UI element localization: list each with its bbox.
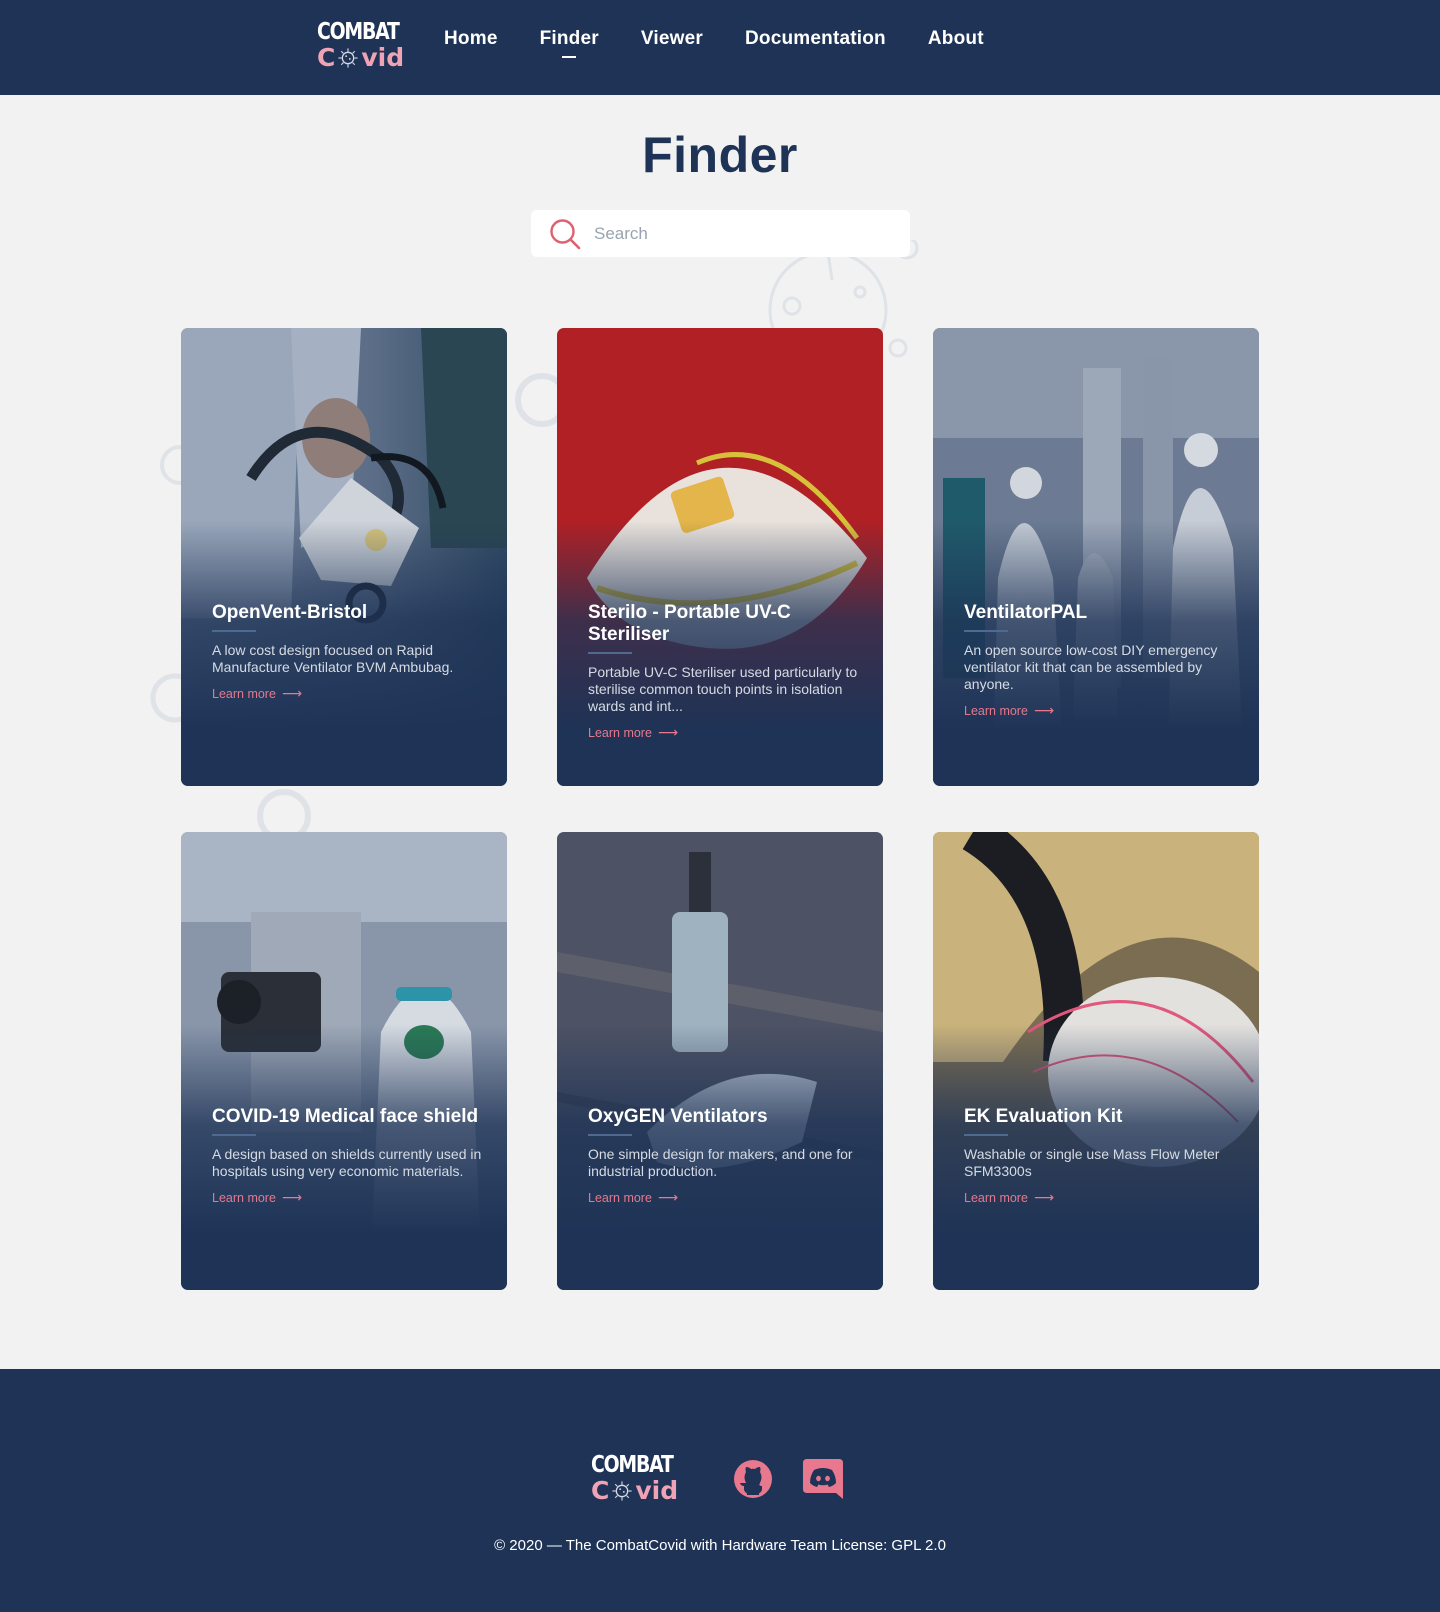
background-virus-decoration: [150, 673, 185, 723]
virus-icon: [612, 1480, 633, 1502]
card-description: Portable UV-C Steriliser used particular…: [588, 664, 858, 714]
card-content: OxyGEN Ventilators One simple design for…: [588, 1106, 863, 1207]
arrow-right-icon: ⟶: [657, 724, 679, 740]
card-content: VentilatorPAL An open source low-cost DI…: [964, 602, 1239, 720]
project-card-face-shield[interactable]: COVID-19 Medical face shield A design ba…: [181, 832, 507, 1290]
card-title: VentilatorPAL: [964, 602, 1088, 623]
arrow-right-icon: ⟶: [281, 685, 303, 701]
virus-icon: [338, 47, 359, 69]
project-card-sterilo[interactable]: Sterilo - Portable UV-C Steriliser Porta…: [557, 328, 883, 786]
card-title-underline: [588, 652, 632, 654]
discord-icon: [803, 1459, 843, 1499]
card-title-underline: [212, 1134, 256, 1136]
learn-more-label: Learn more: [964, 1190, 1028, 1205]
learn-more-label: Learn more: [588, 725, 652, 740]
card-title: OpenVent-Bristol: [212, 602, 368, 623]
logo-letter-c: C: [317, 43, 336, 72]
card-overlay: [557, 832, 883, 1290]
card-title-underline: [588, 1134, 632, 1136]
learn-more-label: Learn more: [964, 703, 1028, 718]
logo-word-covid: C vid: [591, 1477, 691, 1505]
card-title-underline: [964, 630, 1008, 632]
logo-letters-vid: vid: [635, 1476, 679, 1505]
card-description: An open source low-cost DIY emergency ve…: [964, 642, 1218, 692]
copyright-text: © 2020 — The CombatCovid with Hardware T…: [494, 1537, 946, 1554]
arrow-right-icon: ⟶: [1033, 1189, 1055, 1205]
logo-word-covid: C vid: [317, 44, 417, 72]
card-overlay: [181, 328, 507, 786]
github-icon: [734, 1460, 772, 1498]
footer: COMBAT C vid © 2020 — The CombatCovid wi…: [0, 1369, 1440, 1612]
combatcovid-logo[interactable]: COMBAT C vid: [317, 20, 417, 72]
discord-link[interactable]: [803, 1459, 843, 1499]
card-overlay: [933, 832, 1259, 1290]
card-title-underline: [964, 1134, 1008, 1136]
card-content: EK Evaluation Kit Washable or single use…: [964, 1106, 1239, 1207]
card-description: A low cost design focused on Rapid Manuf…: [212, 642, 454, 675]
card-content: COVID-19 Medical face shield A design ba…: [212, 1106, 487, 1207]
search-input[interactable]: [594, 223, 894, 244]
learn-more-link[interactable]: Learn more ⟶: [964, 702, 1054, 719]
main-nav: Home Finder Viewer Documentation About: [444, 28, 984, 50]
card-title: EK Evaluation Kit: [964, 1106, 1123, 1127]
logo-word-combat: COMBAT: [591, 1452, 674, 1478]
project-card-ek-evaluation-kit[interactable]: EK Evaluation Kit Washable or single use…: [933, 832, 1259, 1290]
project-card-oxygen-ventilators[interactable]: OxyGEN Ventilators One simple design for…: [557, 832, 883, 1290]
card-overlay: [181, 832, 507, 1290]
card-content: Sterilo - Portable UV-C Steriliser Porta…: [588, 602, 863, 742]
project-card-ventilatorpal[interactable]: VentilatorPAL An open source low-cost DI…: [933, 328, 1259, 786]
learn-more-link[interactable]: Learn more ⟶: [212, 685, 302, 702]
top-navigation-bar: COMBAT C vid Home Finder Viewer Document…: [0, 0, 1440, 95]
page-title: Finder: [642, 127, 798, 183]
github-link[interactable]: [733, 1459, 773, 1499]
nav-about[interactable]: About: [928, 28, 984, 50]
card-description: One simple design for makers, and one fo…: [588, 1146, 853, 1179]
nav-finder[interactable]: Finder: [540, 28, 599, 50]
card-title-underline: [212, 630, 256, 632]
learn-more-label: Learn more: [212, 686, 276, 701]
nav-viewer[interactable]: Viewer: [641, 28, 703, 50]
arrow-right-icon: ⟶: [1033, 702, 1055, 718]
footer-combatcovid-logo[interactable]: COMBAT C vid: [591, 1453, 691, 1505]
card-description: A design based on shields currently used…: [212, 1146, 482, 1179]
card-title: COVID-19 Medical face shield: [212, 1106, 479, 1127]
logo-letters-vid: vid: [361, 43, 405, 72]
learn-more-link[interactable]: Learn more ⟶: [212, 1189, 302, 1206]
learn-more-link[interactable]: Learn more ⟶: [588, 1189, 678, 1206]
nav-documentation[interactable]: Documentation: [745, 28, 886, 50]
arrow-right-icon: ⟶: [281, 1189, 303, 1205]
logo-word-combat: COMBAT: [317, 19, 400, 45]
logo-letter-c: C: [591, 1476, 610, 1505]
learn-more-link[interactable]: Learn more ⟶: [588, 724, 678, 741]
search-box[interactable]: [531, 210, 910, 257]
card-title: Sterilo - Portable UV-C Steriliser: [588, 602, 791, 645]
learn-more-label: Learn more: [588, 1190, 652, 1205]
card-description: Washable or single use Mass Flow Meter S…: [964, 1146, 1220, 1179]
learn-more-label: Learn more: [212, 1190, 276, 1205]
project-card-openvent-bristol[interactable]: OpenVent-Bristol A low cost design focus…: [181, 328, 507, 786]
card-title: OxyGEN Ventilators: [588, 1106, 768, 1127]
nav-home[interactable]: Home: [444, 28, 498, 50]
card-content: OpenVent-Bristol A low cost design focus…: [212, 602, 487, 703]
search-icon: [550, 218, 581, 249]
arrow-right-icon: ⟶: [657, 1189, 679, 1205]
learn-more-link[interactable]: Learn more ⟶: [964, 1189, 1054, 1206]
background-virus-decoration: [515, 373, 560, 427]
